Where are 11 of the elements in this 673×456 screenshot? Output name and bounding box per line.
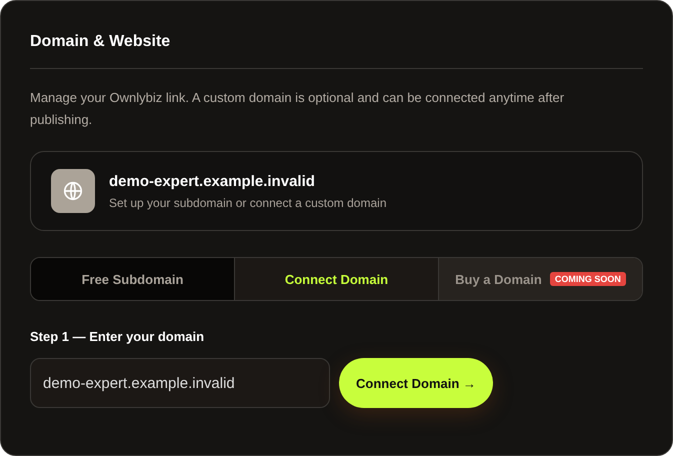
tab[interactable]: Connect Domain (234, 258, 438, 300)
step-label: Step 1 — Enter your domain (30, 329, 206, 344)
domain-subtitle: Set up your subdomain or connect a custom domain (109, 196, 386, 210)
tab[interactable]: Free Subdomain (31, 258, 234, 300)
panel-title: Domain & Website (30, 32, 172, 52)
connect-domain-button[interactable]: Connect Domain → (339, 358, 493, 408)
globe-icon (51, 169, 95, 213)
description-text: Manage your Ownlybiz link. A custom domain is optional and can be connected anytime after publishing. (30, 89, 566, 129)
coming-soon-badge: COMING SOON (550, 272, 626, 286)
domain-input-field[interactable]: demo-expert.example.invalid (30, 358, 330, 408)
domain-name: demo-expert.example.invalid (109, 172, 316, 190)
